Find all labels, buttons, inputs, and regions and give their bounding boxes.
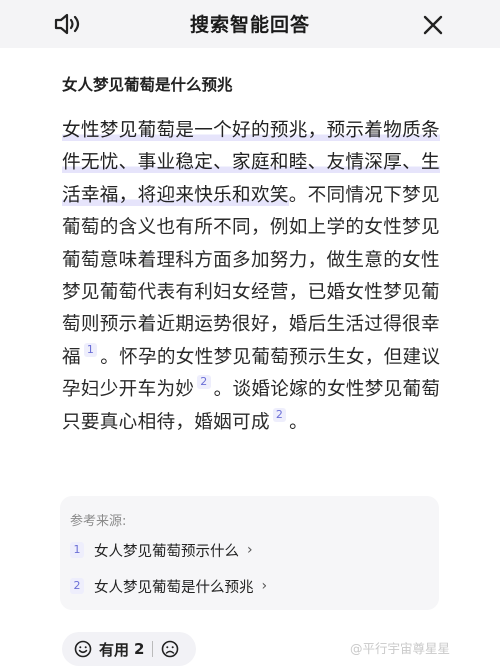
chevron-right-icon: › (247, 542, 253, 558)
sources-title: 参考来源: (70, 514, 127, 529)
answer-part-4: 。 (289, 411, 309, 433)
source-number: 2 (70, 578, 84, 594)
frown-icon[interactable] (161, 640, 179, 658)
query-title: 女人梦见葡萄是什么预兆 (62, 76, 233, 94)
reference-sources: 参考来源: 1 女人梦见葡萄预示什么 › 2 女人梦见葡萄是什么预兆 › (60, 496, 439, 610)
feedback-bar: 有用 2 (62, 632, 196, 666)
citation-badge[interactable]: 2 (272, 407, 287, 422)
source-number: 1 (70, 542, 84, 558)
divider (152, 641, 154, 657)
source-label: 女人梦见葡萄是什么预兆 (94, 579, 254, 596)
chevron-right-icon: › (261, 578, 268, 594)
close-icon[interactable] (422, 14, 444, 36)
source-label: 女人梦见葡萄预示什么 (94, 543, 239, 560)
answer-part-1: 。不同情况下梦见葡萄的含义也有所不同，例如上学的女性梦见葡萄意味着理科方面多加努… (62, 184, 440, 368)
citation-badge[interactable]: 1 (83, 342, 98, 357)
answer-text: 女性梦见葡萄是一个好的预兆，预示着物质条件无忧、事业稳定、家庭和睦、友情深厚、生… (62, 115, 452, 439)
watermark: @平行宇宙尊星星 (350, 641, 451, 656)
useful-label[interactable]: 有用 (99, 639, 129, 660)
useful-count: 2 (134, 640, 145, 658)
source-link[interactable]: 1 女人梦见葡萄预示什么 › (70, 540, 253, 560)
citation-badge[interactable]: 2 (197, 375, 211, 390)
header-bar: 搜索智能回答 (0, 0, 500, 48)
source-link[interactable]: 2 女人梦见葡萄是什么预兆 › (70, 576, 267, 596)
smile-icon[interactable] (74, 640, 92, 658)
